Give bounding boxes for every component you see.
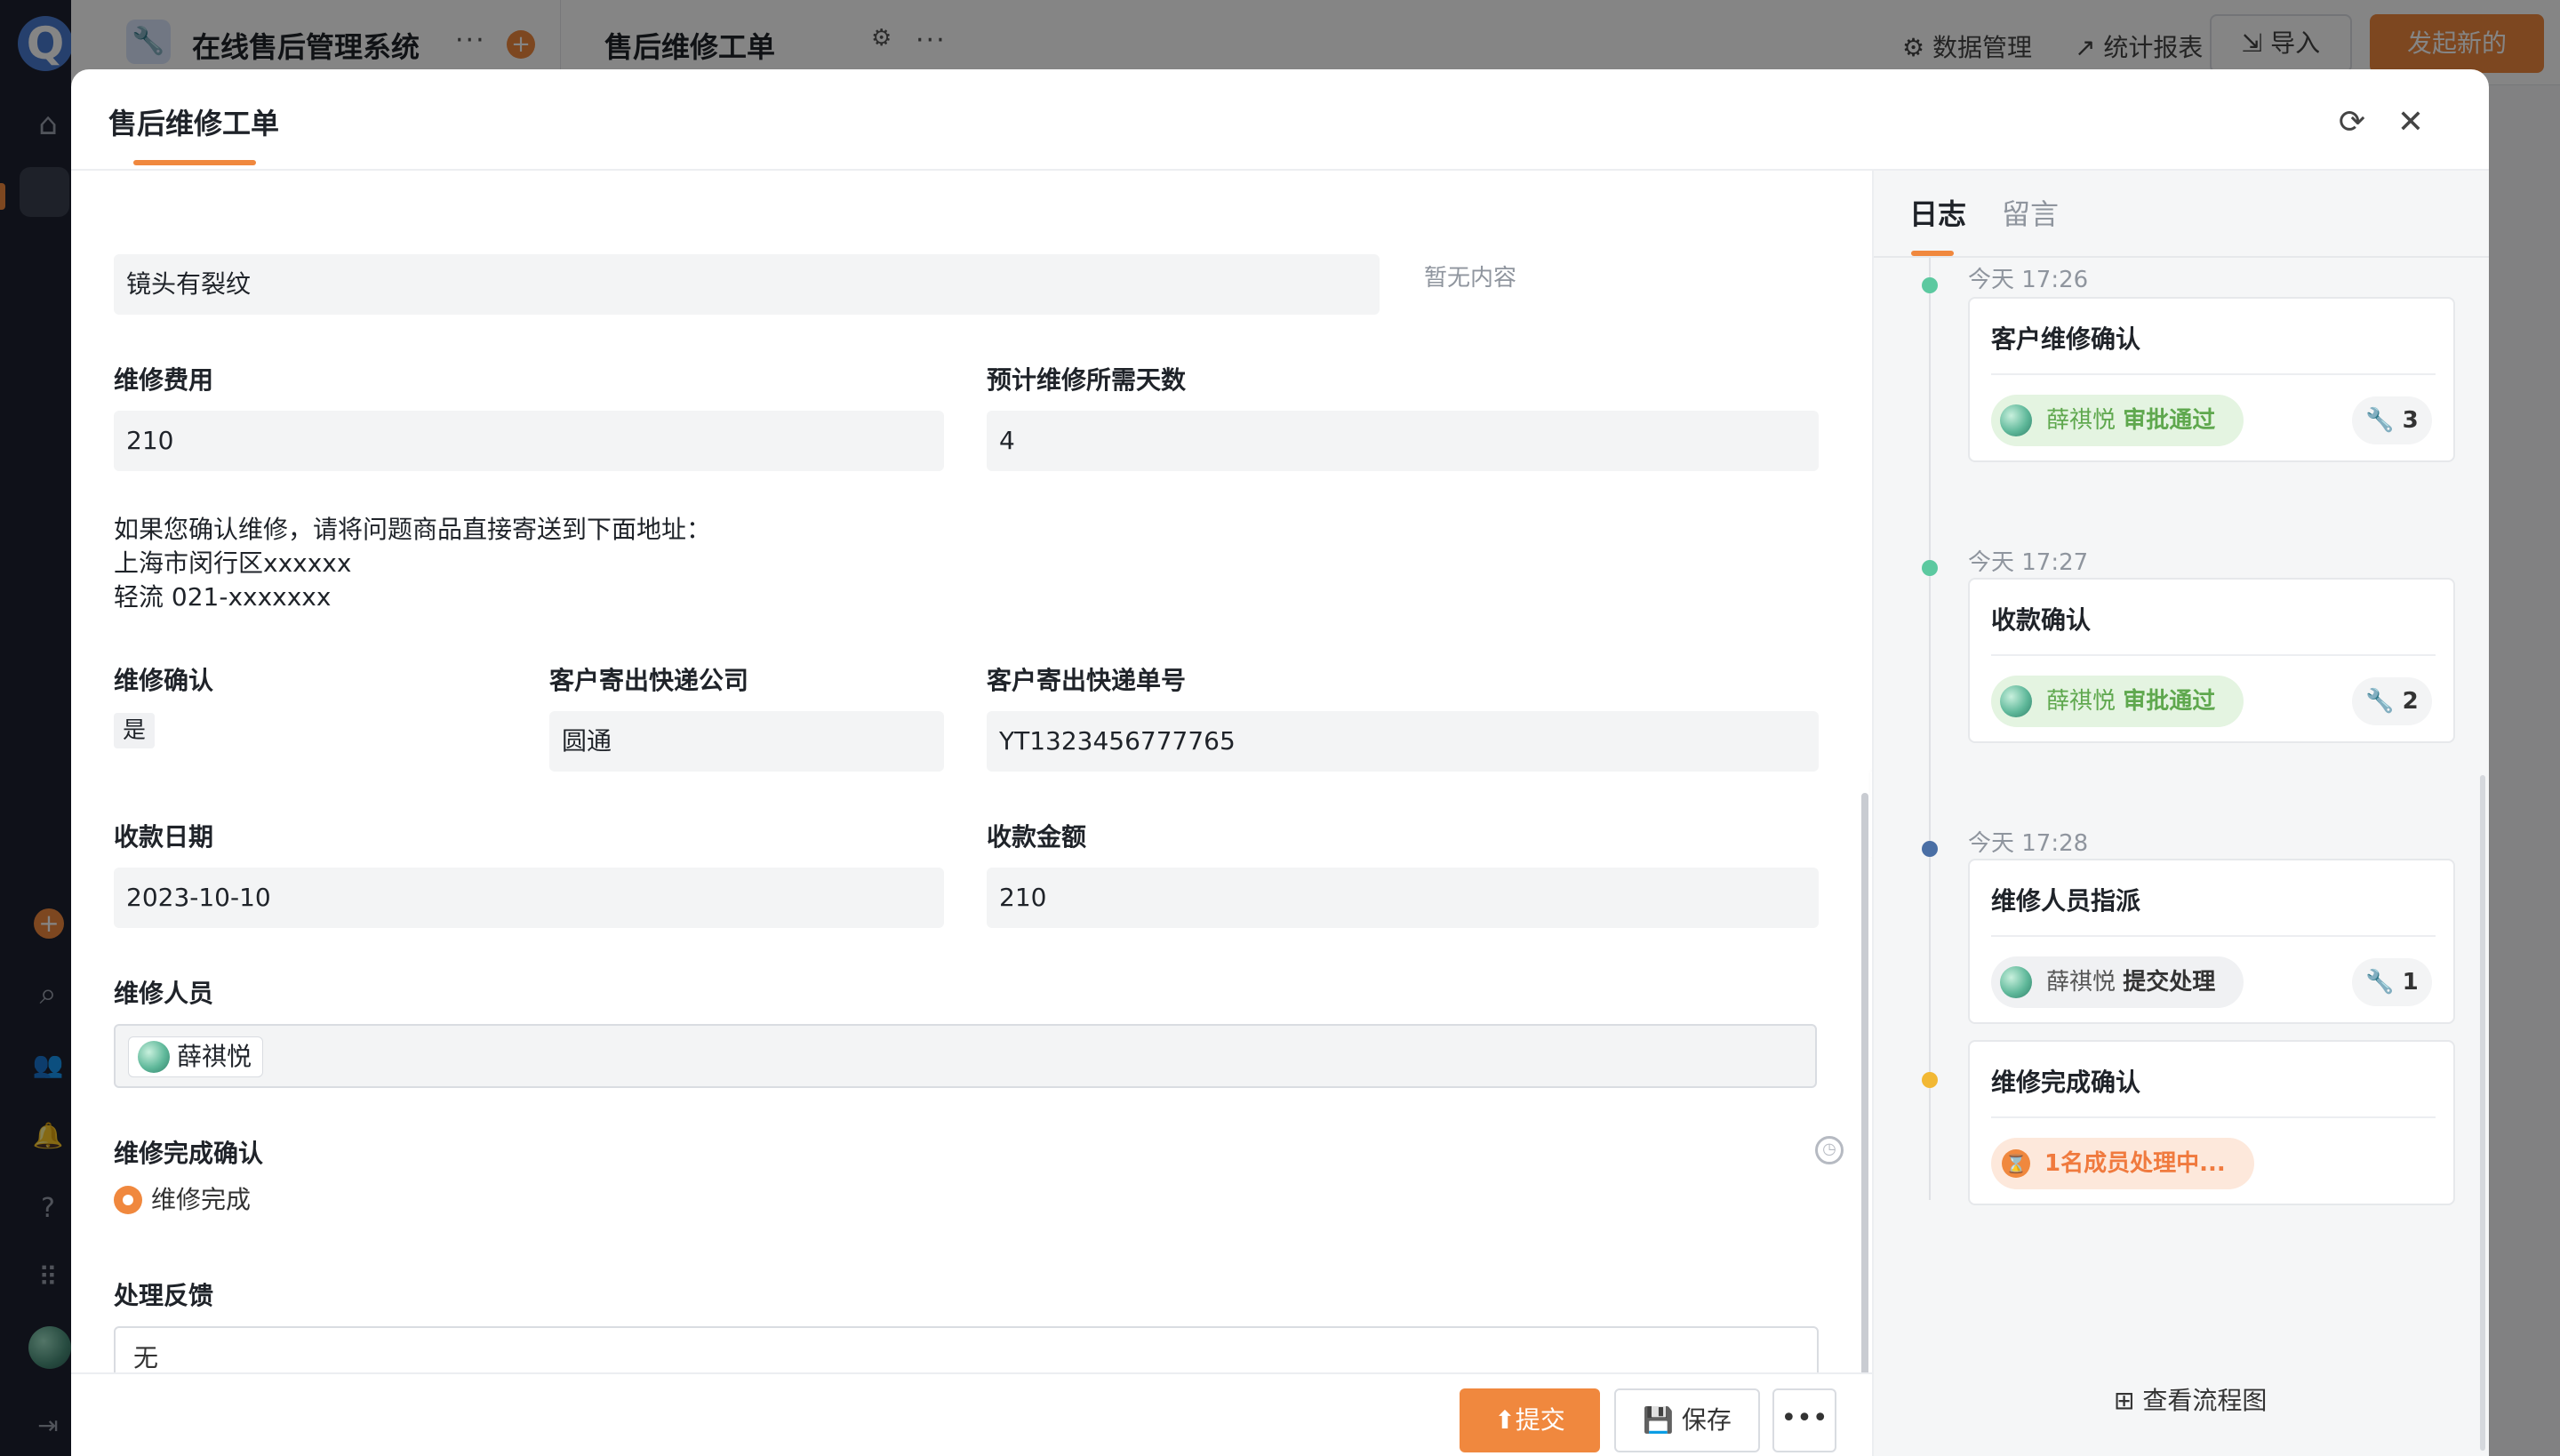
count-value: 3 — [2402, 407, 2419, 434]
days-label: 预计维修所需天数 — [987, 365, 1187, 395]
note-line: 上海市闵行区xxxxxx — [114, 548, 352, 578]
done-option-label[interactable]: 维修完成 — [151, 1186, 251, 1214]
confirm-value: 是 — [114, 713, 156, 748]
pill-user: 薛祺悦 — [2046, 969, 2116, 996]
timeline-card: 维修完成确认 ⌛ 1名成员处理中... — [1968, 1040, 2455, 1205]
wrench-icon: 🔧 — [2365, 688, 2403, 715]
timeline-time: 今天 17:26 — [1968, 267, 2089, 293]
issue-field[interactable]: 镜头有裂纹 — [114, 254, 1380, 315]
timeline-time: 今天 17:27 — [1968, 549, 2089, 576]
tracking-label: 客户寄出快递单号 — [987, 666, 1187, 695]
done-radio[interactable] — [114, 1186, 142, 1214]
count-badge[interactable]: 🔧 1 — [2352, 958, 2432, 1006]
submit-label: 提交 — [1515, 1405, 1565, 1435]
user-avatar — [2000, 966, 2032, 998]
wrench-icon: 🔧 — [2365, 969, 2403, 996]
card-divider — [1991, 373, 2436, 375]
pill-action: 提交处理 — [2123, 969, 2216, 996]
flow-link-label: 查看流程图 — [2142, 1386, 2268, 1415]
staff-label: 维修人员 — [114, 979, 214, 1008]
user-avatar — [2000, 685, 2032, 717]
fee-label: 维修费用 — [114, 365, 214, 395]
count-value: 1 — [2402, 969, 2419, 996]
feedback-field[interactable]: 无 — [114, 1326, 1819, 1372]
history-icon[interactable]: ◷ — [1815, 1136, 1844, 1164]
courier-field[interactable]: 圆通 — [549, 711, 944, 772]
timeline-card: 维修人员指派 薛祺悦 提交处理 🔧 1 — [1968, 859, 2455, 1024]
tab-log[interactable]: 日志 — [1909, 192, 1966, 233]
card-divider — [1991, 1116, 2436, 1118]
refresh-icon[interactable]: ⟳ — [2334, 105, 2370, 140]
timeline-card: 收款确认 薛祺悦 审批通过 🔧 2 — [1968, 578, 2455, 743]
pay-date-label: 收款日期 — [114, 822, 214, 852]
submit-button[interactable]: ⬆提交 — [1460, 1388, 1600, 1452]
more-button[interactable]: ••• — [1772, 1388, 1836, 1452]
approval-pill: 薛祺悦 审批通过 — [1991, 676, 2244, 727]
card-title: 客户维修确认 — [1991, 324, 2141, 354]
card-divider — [1991, 654, 2436, 656]
timeline-card: 客户维修确认 薛祺悦 审批通过 🔧 3 — [1968, 297, 2455, 462]
timeline-dot — [1922, 560, 1938, 576]
note-line: 如果您确认维修，请将问题商品直接寄送到下面地址： — [114, 515, 712, 544]
upload-icon: ⬆ — [1494, 1405, 1516, 1435]
timeline-dot — [1922, 1072, 1938, 1088]
feedback-label: 处理反馈 — [114, 1281, 214, 1310]
form-scrollbar[interactable] — [1861, 793, 1868, 1372]
pill-user: 薛祺悦 — [2046, 407, 2116, 434]
pending-pill: ⌛ 1名成员处理中... — [1991, 1138, 2254, 1189]
tracking-field[interactable]: YT1323456777765 — [987, 711, 1819, 772]
pay-date-field[interactable]: 2023-10-10 — [114, 868, 944, 928]
pay-amount-label: 收款金额 — [987, 822, 1087, 852]
days-field[interactable]: 4 — [987, 411, 1819, 471]
done-label: 维修完成确认 — [114, 1139, 264, 1168]
count-badge[interactable]: 🔧 3 — [2352, 396, 2432, 444]
side-panel: 日志 留言 今天 17:26 客户维修确认 薛祺悦 审批通过 🔧 3 今天 17… — [1872, 171, 2489, 1456]
save-button[interactable]: 💾 保存 — [1614, 1388, 1760, 1452]
count-badge[interactable]: 🔧 2 — [2352, 677, 2432, 725]
pay-amount-field[interactable]: 210 — [987, 868, 1819, 928]
modal-tab-indicator — [133, 160, 256, 165]
timeline-line — [1929, 258, 1931, 1200]
form-body: 镜头有裂纹 暂无内容 维修费用 210 预计维修所需天数 4 如果您确认维修，请… — [71, 171, 1872, 1372]
user-avatar — [2000, 404, 2032, 436]
approval-pill: 薛祺悦 审批通过 — [1991, 395, 2244, 446]
work-order-modal: 售后维修工单 ⟳ ✕ 镜头有裂纹 暂无内容 维修费用 210 预计维修所需天数 … — [71, 69, 2489, 1456]
modal-tab[interactable]: 售后维修工单 — [108, 101, 279, 142]
flowchart-icon: ⊞ — [2114, 1386, 2143, 1415]
timeline: 今天 17:26 客户维修确认 薛祺悦 审批通过 🔧 3 今天 17:27 收款… — [1874, 258, 2489, 1456]
confirm-label: 维修确认 — [114, 666, 214, 695]
timeline-dot — [1922, 277, 1938, 293]
pill-user: 薛祺悦 — [2046, 688, 2116, 715]
staff-field[interactable]: 薛祺悦 — [114, 1024, 1817, 1088]
view-flow-link[interactable]: ⊞ 查看流程图 — [2114, 1381, 2267, 1417]
submit-pill: 薛祺悦 提交处理 — [1991, 956, 2244, 1008]
tab-comments[interactable]: 留言 — [2002, 192, 2059, 233]
wrench-icon: 🔧 — [2365, 407, 2403, 434]
fee-field[interactable]: 210 — [114, 411, 944, 471]
timeline-dot — [1922, 841, 1938, 857]
pending-status: 1名成员处理中... — [2044, 1150, 2226, 1177]
save-label: 保存 — [1681, 1405, 1732, 1435]
save-icon: 💾 — [1643, 1405, 1682, 1435]
modal-header: 售后维修工单 ⟳ ✕ — [71, 69, 2489, 171]
close-icon[interactable]: ✕ — [2393, 105, 2428, 140]
pill-action: 审批通过 — [2123, 688, 2216, 715]
card-title: 维修人员指派 — [1991, 886, 2141, 916]
shipping-note: 如果您确认维修，请将问题商品直接寄送到下面地址： 上海市闵行区xxxxxx 轻流… — [114, 513, 711, 614]
member-name: 薛祺悦 — [177, 1042, 252, 1071]
note-line: 轻流 021-xxxxxxx — [114, 582, 332, 612]
card-divider — [1991, 935, 2436, 937]
card-title: 维修完成确认 — [1991, 1068, 2141, 1097]
count-value: 2 — [2402, 688, 2419, 715]
courier-label: 客户寄出快递公司 — [549, 666, 749, 695]
side-scrollbar[interactable] — [2480, 775, 2485, 1451]
empty-hint: 暂无内容 — [1424, 265, 1517, 292]
hourglass-icon: ⌛ — [2002, 1149, 2030, 1178]
member-avatar — [138, 1041, 170, 1073]
timeline-time: 今天 17:28 — [1968, 830, 2089, 857]
pill-action: 审批通过 — [2123, 407, 2216, 434]
member-chip[interactable]: 薛祺悦 — [128, 1036, 264, 1077]
card-title: 收款确认 — [1991, 605, 2092, 635]
modal-footer: ⬆提交 💾 保存 ••• — [71, 1372, 1872, 1456]
